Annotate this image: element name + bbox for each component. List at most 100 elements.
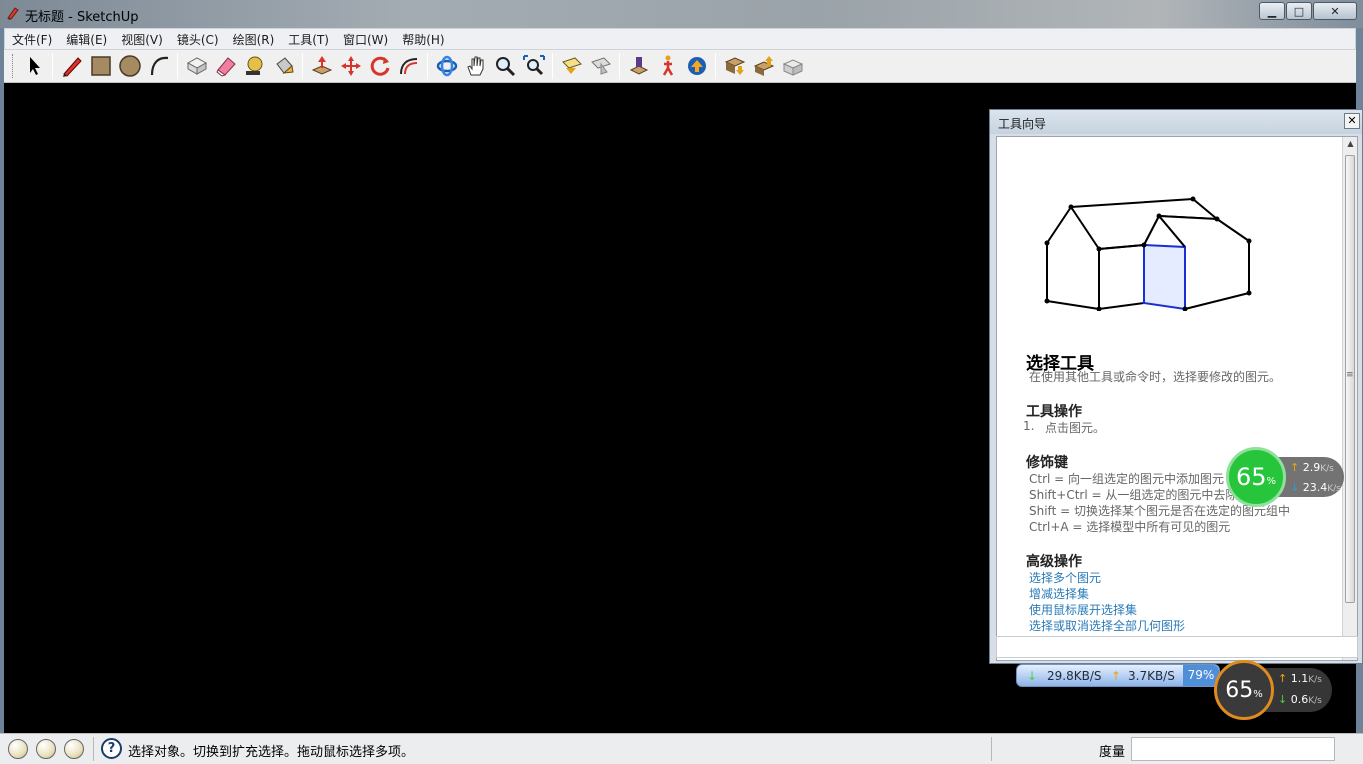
status-message: 选择对象。切换到扩充选择。拖动鼠标选择多项。 xyxy=(128,745,415,760)
maximize-button[interactable]: □ xyxy=(1286,2,1312,20)
status-bar: ? 选择对象。切换到扩充选择。拖动鼠标选择多项。 度量 xyxy=(0,733,1363,764)
share-component-button[interactable] xyxy=(778,52,807,80)
share-component-icon xyxy=(782,59,803,76)
circle-tool-button[interactable] xyxy=(115,52,144,80)
sketchup-logo-icon xyxy=(7,7,19,20)
advanced-link[interactable]: 增减选择集 xyxy=(1029,585,1089,602)
get-models-icon xyxy=(724,57,745,75)
walk-tool-button[interactable] xyxy=(653,52,682,80)
menu-camera[interactable]: 镜头(C) xyxy=(170,31,226,48)
tool-description: 在使用其他工具或命令时，选择要修改的图元。 xyxy=(1029,370,1282,384)
pencil-icon xyxy=(62,57,82,77)
scroll-grip-icon: ≡ xyxy=(1346,370,1354,380)
minimize-icon: ▁ xyxy=(1267,4,1277,18)
instructor-panel: 工具向导 ✕ 选择工具 在使用其他工具或命令时，选择要修改的图元。 工具操作 1… xyxy=(989,109,1363,664)
rotate-icon xyxy=(370,56,389,76)
menu-edit[interactable]: 编辑(E) xyxy=(59,31,114,48)
previous-view-button[interactable] xyxy=(557,52,586,80)
make-component-button[interactable] xyxy=(182,52,211,80)
upload-speed: ↑ 1.1K/s xyxy=(1278,672,1322,685)
paint-bucket-button[interactable] xyxy=(269,52,298,80)
minimize-button[interactable]: ▁ xyxy=(1259,2,1285,20)
toolbar-separator xyxy=(619,53,620,79)
menu-bar: 文件(F) 编辑(E) 视图(V) 镜头(C) 绘图(R) 工具(T) 窗口(W… xyxy=(4,28,1356,50)
rotate-tool-button[interactable] xyxy=(365,52,394,80)
menu-help[interactable]: 帮助(H) xyxy=(395,31,451,48)
upload-speed: 3.7KB/S xyxy=(1128,669,1175,683)
eraser-icon xyxy=(215,57,236,77)
title-bar: 无标题 - SketchUp ▁ □ ✕ xyxy=(0,0,1363,28)
menu-tools[interactable]: 工具(T) xyxy=(281,31,336,48)
modifier-line: Ctrl+A = 选择模型中所有可见的图元 xyxy=(1029,520,1231,534)
net-speed-widget-secondary[interactable]: 65% ↑ 1.1K/s ↓ 0.6K/s xyxy=(1214,660,1332,720)
menu-draw[interactable]: 绘图(R) xyxy=(226,31,282,48)
instructor-close-button[interactable]: ✕ xyxy=(1344,113,1360,129)
operation-step-number: 1. xyxy=(1023,419,1035,433)
status-divider xyxy=(93,737,94,761)
speed-unit: K/s xyxy=(1308,696,1322,706)
make-component-icon xyxy=(186,57,207,75)
select-tool-button[interactable] xyxy=(19,52,48,80)
upload-arrow-icon: ↑ xyxy=(1290,461,1300,474)
tape-measure-button[interactable] xyxy=(240,52,269,80)
scroll-up-icon[interactable]: ▲ xyxy=(1343,139,1357,153)
push-pull-button[interactable] xyxy=(307,52,336,80)
pencil-tool-button[interactable] xyxy=(57,52,86,80)
zoom-tool-button[interactable] xyxy=(490,52,519,80)
main-toolbar xyxy=(4,50,1356,83)
arc-icon xyxy=(150,56,168,76)
next-view-button[interactable] xyxy=(586,52,615,80)
orbit-tool-button[interactable] xyxy=(432,52,461,80)
net-speed-bar[interactable]: ↓ 29.8KB/S ↑ 3.7KB/S 79% xyxy=(1016,664,1220,687)
upload-value: 2.9 xyxy=(1302,461,1321,474)
arc-tool-button[interactable] xyxy=(144,52,173,80)
credits-icon[interactable] xyxy=(36,739,56,759)
instructor-title: 工具向导 xyxy=(998,117,1047,131)
get-models-button[interactable] xyxy=(720,52,749,80)
upload-arrow-icon: ↑ xyxy=(1111,669,1122,683)
toolbar-separator xyxy=(552,53,553,79)
usage-percent: 65 xyxy=(1225,677,1254,703)
download-speed: 29.8KB/S xyxy=(1047,669,1102,683)
move-tool-button[interactable] xyxy=(336,52,365,80)
look-around-button[interactable] xyxy=(682,52,711,80)
geo-location-icon[interactable] xyxy=(8,739,28,759)
instructor-scrollbar[interactable]: ▲ ≡ ▼ xyxy=(1342,137,1357,660)
move-icon xyxy=(340,56,361,76)
scrollbar-thumb[interactable]: ≡ xyxy=(1345,155,1355,603)
close-button[interactable]: ✕ xyxy=(1313,2,1357,20)
instructor-title-bar[interactable]: 工具向导 ✕ xyxy=(990,110,1362,134)
speed-unit: K/s xyxy=(1320,464,1334,474)
advanced-link[interactable]: 选择或取消选择全部几何图形 xyxy=(1029,617,1185,634)
next-view-icon xyxy=(590,57,611,75)
offset-tool-button[interactable] xyxy=(394,52,423,80)
upload-speed: ↑ 2.9K/s xyxy=(1290,461,1334,474)
menu-view[interactable]: 视图(V) xyxy=(114,31,170,48)
menu-window[interactable]: 窗口(W) xyxy=(336,31,395,48)
usage-percent-sign: % xyxy=(1253,688,1263,700)
zoom-extents-button[interactable] xyxy=(519,52,548,80)
toolbar-grip[interactable] xyxy=(12,54,15,78)
pan-tool-button[interactable] xyxy=(461,52,490,80)
net-speed-widget[interactable]: 65% ↑ 2.9K/s ↓ 23.4K/s xyxy=(1226,447,1344,507)
download-arrow-icon: ↓ xyxy=(1278,693,1288,706)
tool-operations-heading: 工具操作 xyxy=(1026,404,1082,420)
measurements-input[interactable] xyxy=(1131,737,1335,761)
share-model-button[interactable] xyxy=(749,52,778,80)
advanced-link[interactable]: 使用鼠标展开选择集 xyxy=(1029,601,1137,618)
orbit-icon xyxy=(436,55,457,77)
offset-icon xyxy=(399,58,417,75)
position-camera-button[interactable] xyxy=(624,52,653,80)
toolbar-separator xyxy=(52,53,53,79)
rectangle-tool-button[interactable] xyxy=(86,52,115,80)
download-value: 0.6 xyxy=(1290,693,1309,706)
eraser-tool-button[interactable] xyxy=(211,52,240,80)
download-value: 23.4 xyxy=(1302,481,1328,494)
user-account-icon[interactable] xyxy=(64,739,84,759)
advanced-link[interactable]: 选择多个图元 xyxy=(1029,569,1101,586)
status-divider xyxy=(991,737,992,761)
rectangle-icon xyxy=(90,56,111,76)
menu-file[interactable]: 文件(F) xyxy=(5,31,59,48)
select-tool-illustration xyxy=(1044,196,1252,311)
help-icon[interactable]: ? xyxy=(101,738,122,759)
